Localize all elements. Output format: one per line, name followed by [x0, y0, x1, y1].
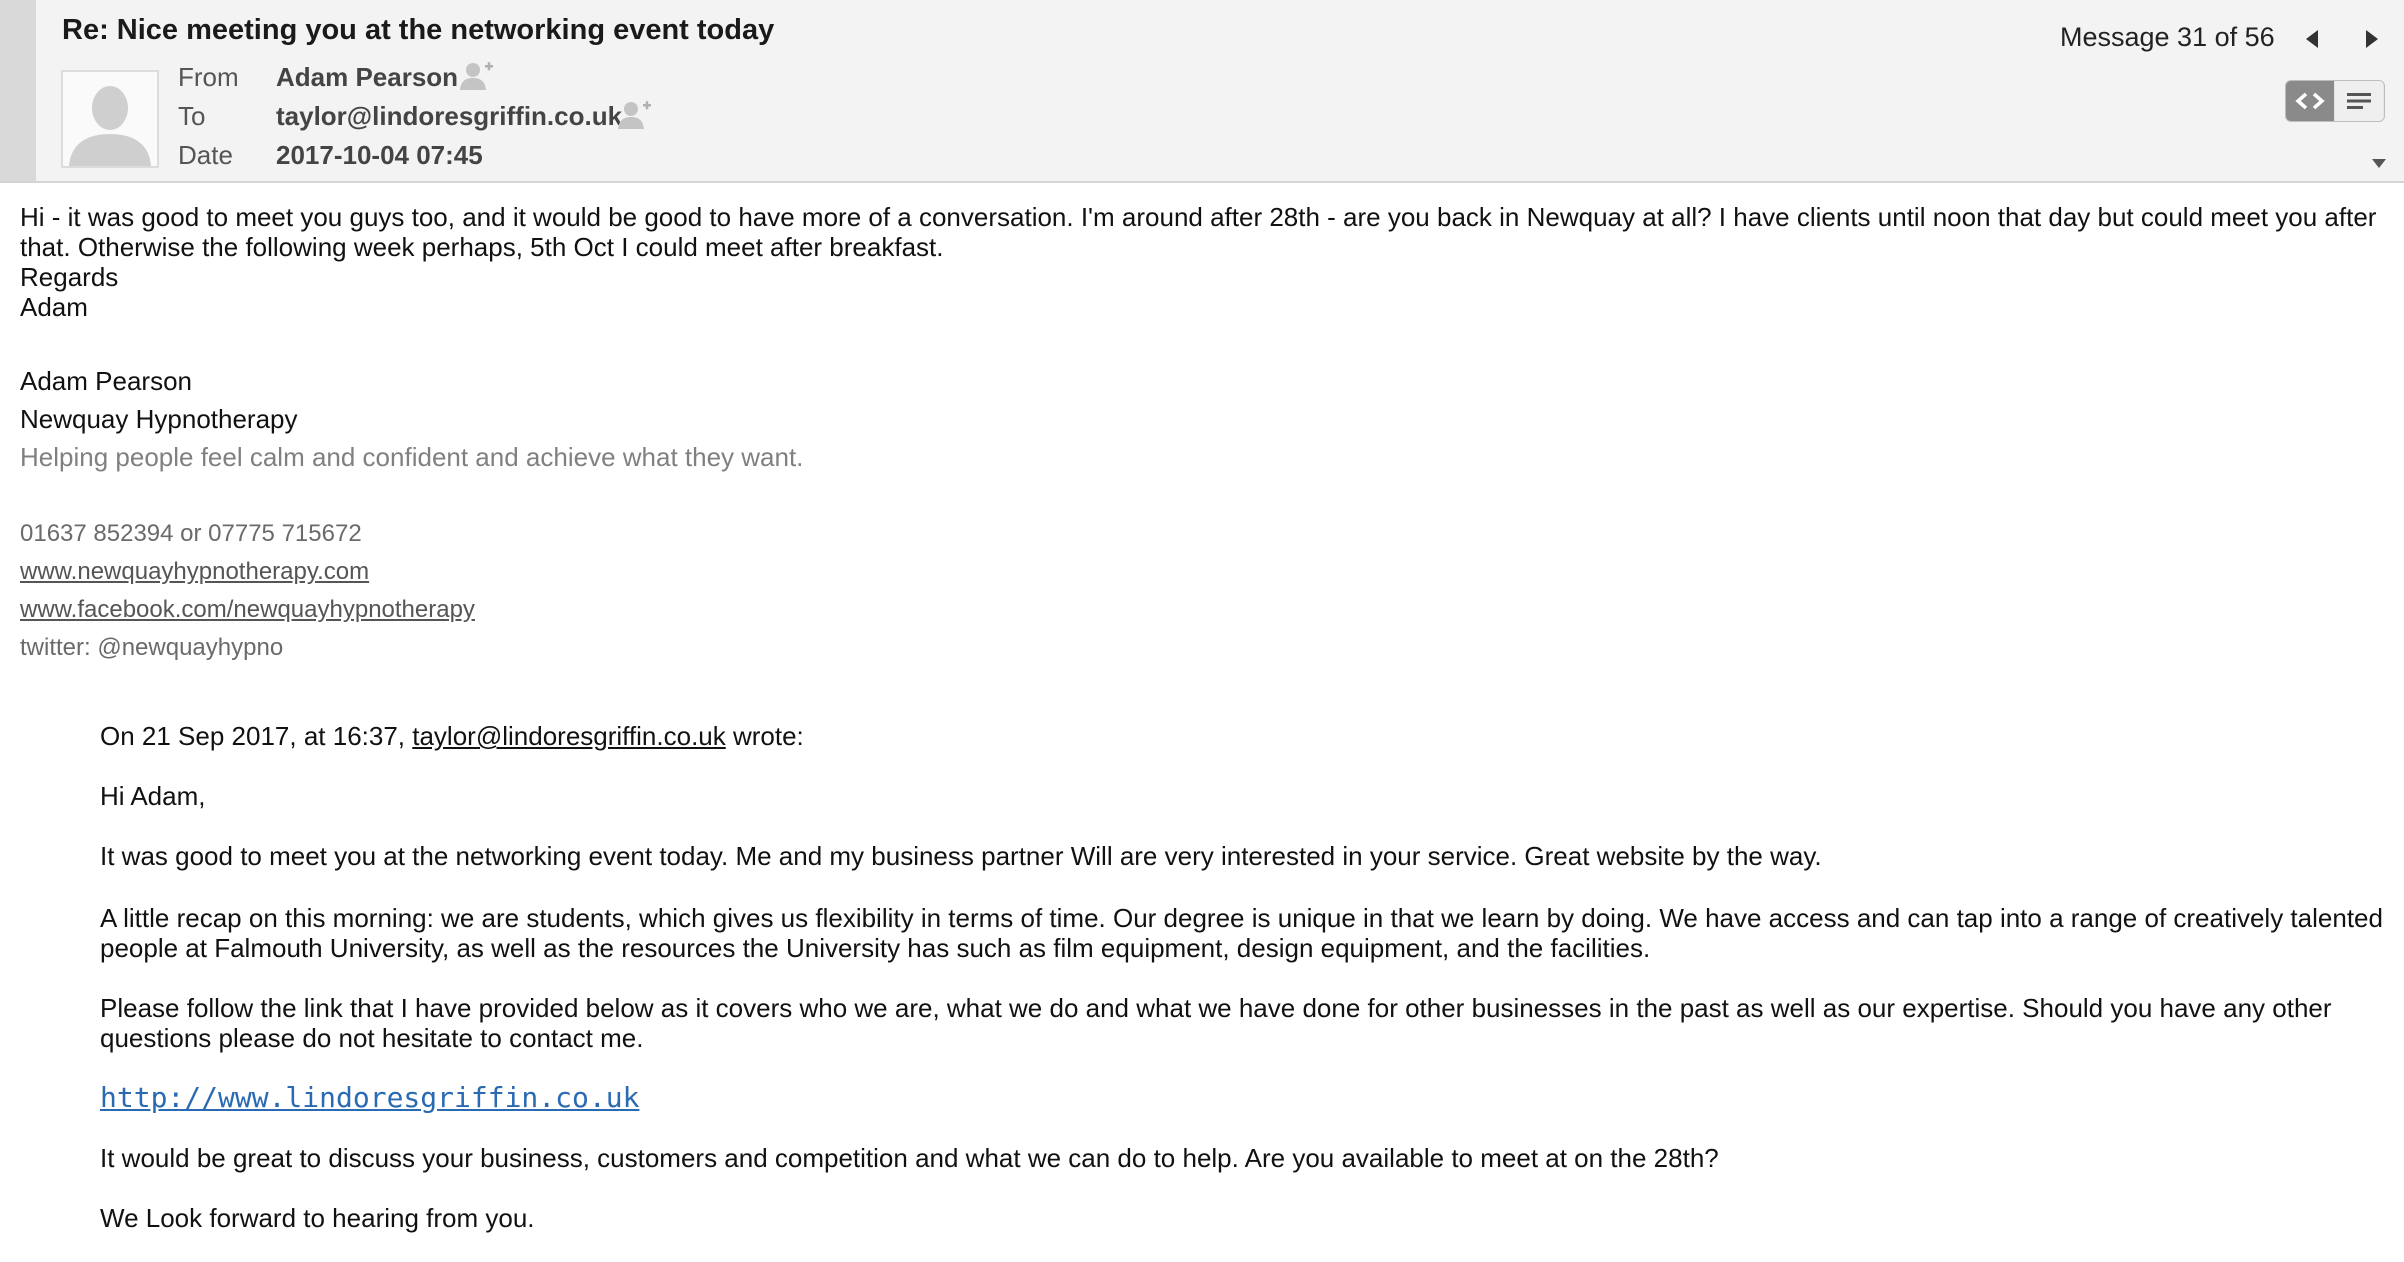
- signature-company: Newquay Hypnotherapy: [20, 404, 298, 434]
- quoted-intro-prefix: On 21 Sep 2017, at 16:37,: [100, 721, 413, 751]
- signature-tagline: Helping people feel calm and confident a…: [20, 442, 804, 472]
- date-value: 2017-10-04 07:45: [276, 140, 483, 170]
- plain-text-view-button[interactable]: [2335, 81, 2383, 121]
- add-contact-icon[interactable]: [460, 60, 494, 90]
- sender-avatar: [61, 70, 159, 168]
- quoted-paragraph-2: A little recap on this morning: we are s…: [100, 903, 2383, 963]
- from-label: From: [178, 62, 239, 92]
- header-side-strip: [0, 0, 36, 181]
- signature-phones: 01637 852394 or 07775 715672: [20, 520, 362, 547]
- quoted-paragraph-1: It was good to meet you at the networkin…: [100, 841, 1822, 871]
- message-body: Hi - it was good to meet you guys too, a…: [20, 202, 2390, 322]
- code-icon: [2295, 92, 2325, 110]
- quoted-website-link[interactable]: http://www.lindoresgriffin.co.uk: [100, 1081, 639, 1114]
- message-counter: Message 31 of 56: [2060, 22, 2275, 52]
- person-silhouette-icon: [69, 86, 151, 166]
- signature-name: Adam Pearson: [20, 366, 192, 396]
- quoted-paragraph-3: Please follow the link that I have provi…: [100, 993, 2332, 1053]
- signature-facebook-link[interactable]: www.facebook.com/newquayhypnotherapy: [20, 596, 475, 624]
- to-value[interactable]: taylor@lindoresgriffin.co.uk: [276, 101, 622, 132]
- body-signoff: Adam: [20, 292, 88, 322]
- message-header: Re: Nice meeting you at the networking e…: [0, 0, 2404, 183]
- view-mode-toggle: [2285, 80, 2385, 122]
- body-paragraph: Hi - it was good to meet you guys too, a…: [20, 202, 2377, 262]
- lines-icon: [2347, 93, 2371, 109]
- previous-message-button[interactable]: [2300, 24, 2324, 54]
- message-subject: Re: Nice meeting you at the networking e…: [62, 14, 775, 46]
- to-label: To: [178, 101, 206, 131]
- from-value[interactable]: Adam Pearson: [276, 62, 458, 93]
- quoted-paragraph-4: It would be great to discuss your busine…: [100, 1143, 1719, 1173]
- quoted-greeting: Hi Adam,: [100, 781, 206, 811]
- signature-website-link[interactable]: www.newquayhypnotherapy.com: [20, 558, 369, 586]
- quoted-intro: On 21 Sep 2017, at 16:37, taylor@lindore…: [100, 721, 2390, 751]
- quoted-sender-email-link[interactable]: taylor@lindoresgriffin.co.uk: [412, 721, 726, 751]
- html-view-button[interactable]: [2286, 81, 2334, 121]
- next-message-button[interactable]: [2360, 24, 2384, 54]
- quoted-paragraph-5: We Look forward to hearing from you.: [100, 1203, 535, 1233]
- date-label: Date: [178, 140, 233, 170]
- header-collapse-button[interactable]: [2370, 156, 2388, 170]
- body-regards: Regards: [20, 262, 119, 292]
- quoted-intro-suffix: wrote:: [725, 721, 804, 751]
- signature-twitter: twitter: @newquayhypno: [20, 634, 284, 661]
- add-contact-icon[interactable]: [618, 99, 652, 129]
